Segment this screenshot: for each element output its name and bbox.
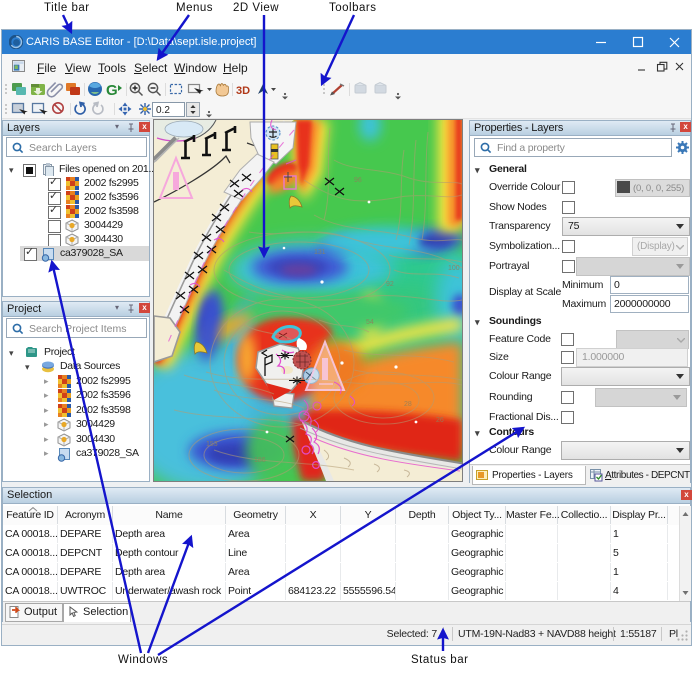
svg-text:100: 100: [448, 265, 460, 272]
svg-text:96: 96: [354, 177, 362, 184]
svg-text:0.2: 0.2: [156, 105, 170, 116]
svg-text:28: 28: [404, 401, 412, 408]
svg-text:131: 131: [314, 249, 326, 256]
svg-text:G: G: [106, 82, 118, 99]
svg-text:26: 26: [436, 417, 444, 424]
svg-text:92: 92: [386, 281, 394, 288]
svg-text:153: 153: [206, 441, 218, 448]
svg-text:186: 186: [254, 457, 266, 464]
svg-text:3D: 3D: [236, 85, 250, 97]
svg-text:54: 54: [366, 319, 374, 326]
